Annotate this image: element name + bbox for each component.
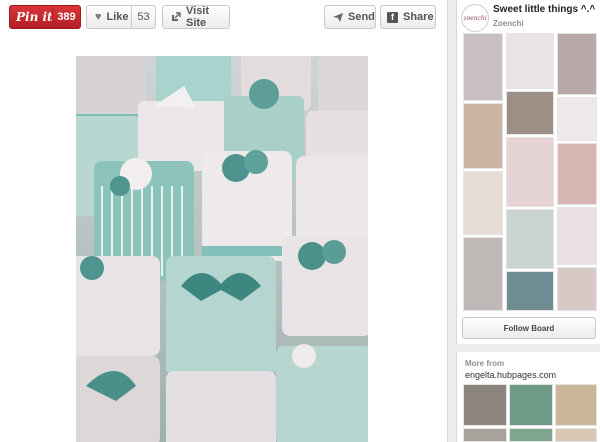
share-button[interactable]: f Share — [380, 5, 436, 29]
more-from-thumbnail[interactable] — [509, 428, 553, 442]
board-thumbnail[interactable] — [506, 33, 554, 89]
external-link-icon — [171, 12, 181, 22]
board-card: zoenchi Sweet little things ^.^ Zoenchi … — [456, 0, 600, 344]
more-from-heading: More from — [465, 359, 505, 368]
board-thumbnail[interactable] — [557, 143, 597, 205]
facebook-icon: f — [387, 11, 398, 23]
visit-site-button[interactable]: Visit Site — [162, 5, 230, 29]
pin-action-bar: Pin it 389 ♥ Like 53 Visit Site Send f S… — [0, 0, 448, 36]
more-from-source-link[interactable]: engelta.hubpages.com — [465, 370, 556, 380]
board-thumbnail[interactable] — [506, 91, 554, 135]
repin-count: 389 — [52, 6, 80, 28]
like-count: 53 — [131, 6, 155, 28]
board-owner[interactable]: Zoenchi — [493, 19, 524, 28]
board-avatar[interactable]: zoenchi — [461, 4, 489, 32]
pin-it-label: Pin it — [16, 10, 53, 24]
more-from-thumbnail[interactable] — [555, 428, 597, 442]
more-from-card: More from engelta.hubpages.com — [456, 352, 600, 442]
board-thumbnail[interactable] — [506, 137, 554, 207]
board-title[interactable]: Sweet little things ^.^ — [493, 4, 595, 15]
board-thumbnail-grid[interactable] — [463, 33, 597, 311]
pin-it-button[interactable]: Pin it 389 — [9, 5, 81, 29]
board-thumbnail[interactable] — [463, 237, 503, 311]
board-thumbnail[interactable] — [463, 103, 503, 169]
more-from-thumbnail[interactable] — [509, 384, 553, 426]
paper-plane-icon — [333, 12, 343, 22]
pin-image[interactable] — [76, 56, 368, 442]
share-label: Share — [403, 11, 434, 23]
board-thumbnail[interactable] — [506, 209, 554, 269]
follow-board-button[interactable]: Follow Board — [462, 317, 596, 339]
more-from-thumbnail[interactable] — [463, 384, 507, 426]
like-label: Like — [106, 11, 129, 23]
board-thumbnail[interactable] — [463, 33, 503, 101]
board-thumbnail[interactable] — [506, 271, 554, 311]
board-thumbnail[interactable] — [463, 171, 503, 235]
more-from-thumbnail[interactable] — [555, 384, 597, 426]
board-thumbnail[interactable] — [557, 97, 597, 141]
board-thumbnail[interactable] — [557, 33, 597, 95]
board-thumbnail[interactable] — [557, 267, 597, 311]
heart-icon: ♥ — [95, 11, 102, 23]
send-button[interactable]: Send — [324, 5, 376, 29]
more-from-thumbnail[interactable] — [463, 428, 507, 442]
send-label: Send — [348, 11, 375, 23]
board-thumbnail[interactable] — [557, 207, 597, 265]
visit-site-label: Visit Site — [186, 5, 210, 29]
pin-card: Pin it 389 ♥ Like 53 Visit Site Send f S… — [0, 0, 448, 442]
like-button[interactable]: ♥ Like 53 — [86, 5, 156, 29]
